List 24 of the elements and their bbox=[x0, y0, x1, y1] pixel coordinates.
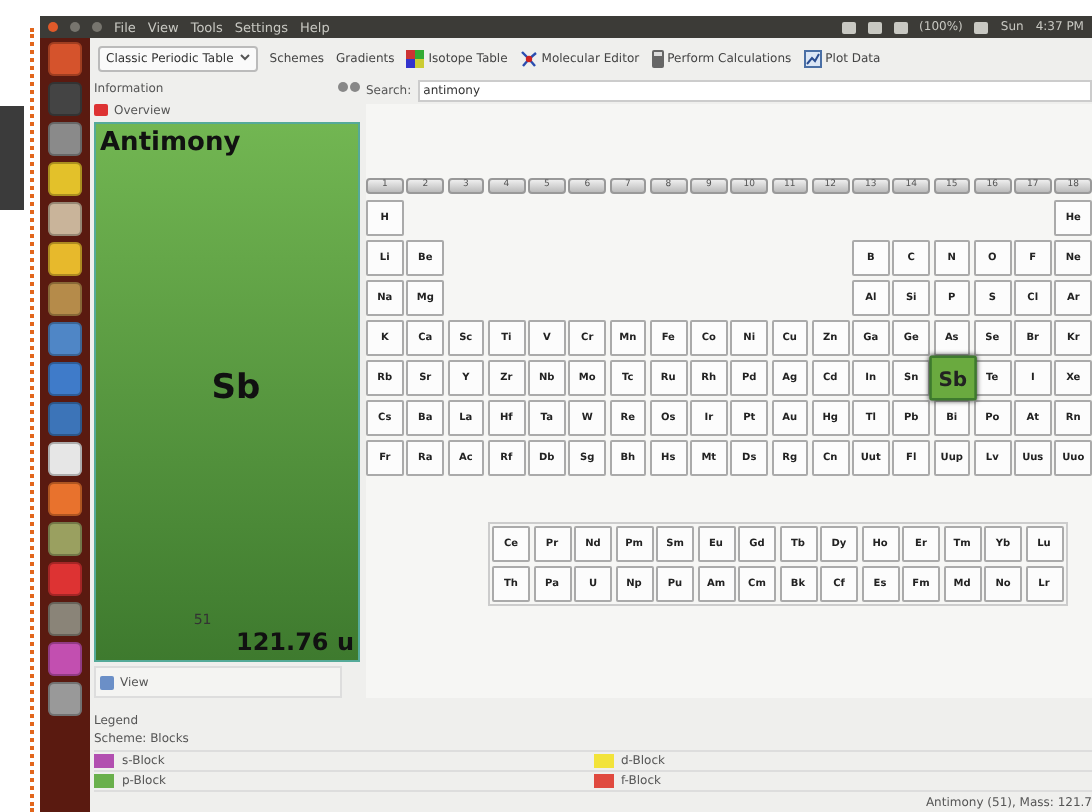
caret-icon bbox=[239, 51, 250, 61]
element-tile[interactable]: Sb bbox=[928, 355, 976, 401]
chart-icon bbox=[803, 49, 822, 67]
element-symbol: Sb bbox=[211, 367, 261, 407]
app-icon[interactable] bbox=[48, 122, 82, 156]
app-icon[interactable] bbox=[48, 442, 82, 476]
app-icon[interactable] bbox=[48, 362, 82, 396]
app-icon[interactable] bbox=[48, 202, 82, 236]
color-grid-icon bbox=[406, 49, 425, 67]
app-icon[interactable] bbox=[48, 322, 82, 356]
maximize-icon[interactable] bbox=[92, 22, 102, 32]
window-edge bbox=[0, 106, 24, 210]
molecule-icon bbox=[519, 49, 538, 67]
app-icon[interactable] bbox=[48, 522, 82, 556]
app-icon[interactable] bbox=[48, 282, 82, 316]
app-icon[interactable] bbox=[48, 482, 82, 516]
calculator-icon bbox=[651, 49, 664, 67]
app-icon[interactable] bbox=[48, 682, 82, 716]
app-icon[interactable] bbox=[48, 242, 82, 276]
atomic-mass: 121.76 u bbox=[235, 628, 354, 656]
app-icon[interactable] bbox=[48, 162, 82, 196]
app-icon[interactable] bbox=[48, 602, 82, 636]
minimize-icon[interactable] bbox=[70, 22, 80, 32]
element-name: Antimony bbox=[100, 128, 241, 158]
